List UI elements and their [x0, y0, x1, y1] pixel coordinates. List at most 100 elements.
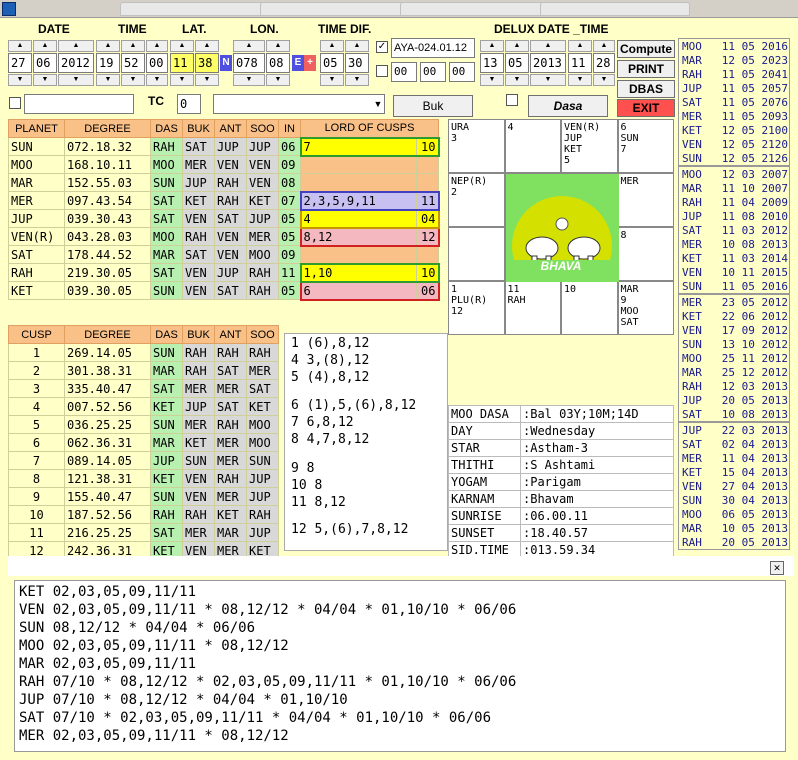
t2-field[interactable]: 00: [420, 62, 446, 82]
month-field[interactable]: 06: [33, 53, 57, 73]
dd-day-down-arrow-icon[interactable]: ▼: [480, 74, 504, 86]
lat-deg-up-arrow-icon[interactable]: ▲: [170, 40, 194, 52]
dd-month-down-arrow-icon[interactable]: ▼: [505, 74, 529, 86]
dd-year-up-arrow-icon[interactable]: ▲: [530, 40, 566, 52]
background-tab[interactable]: [400, 2, 550, 16]
lat-min-down-arrow-icon[interactable]: ▼: [195, 74, 219, 86]
planet-cell: RAH: [182, 227, 215, 246]
planet-cell: [416, 245, 439, 264]
planet-cell: 05: [278, 227, 301, 246]
cusp-cell: RAH: [214, 469, 247, 488]
td-h-field[interactable]: 05: [320, 53, 344, 73]
lat-min-up-arrow-icon[interactable]: ▲: [195, 40, 219, 52]
min-up-arrow-icon[interactable]: ▲: [121, 40, 145, 52]
time-correction-checkbox[interactable]: [376, 65, 388, 77]
dasa-checkbox[interactable]: [506, 94, 518, 106]
dd-min-up-arrow-icon[interactable]: ▲: [593, 40, 615, 52]
planet-cell: MER: [246, 227, 279, 246]
year-down-arrow-icon[interactable]: ▼: [58, 74, 94, 86]
td-h-up-arrow-icon[interactable]: ▲: [320, 40, 344, 52]
dd-year-field[interactable]: 2013: [530, 53, 566, 73]
planet-cell: 039.30.43: [64, 209, 151, 228]
tc-label: TC: [148, 94, 164, 108]
place-dropdown[interactable]: [213, 94, 385, 114]
sec-down-arrow-icon[interactable]: ▼: [146, 74, 168, 86]
cusp-cell: SAT: [246, 379, 279, 398]
lon-min-up-arrow-icon[interactable]: ▲: [266, 40, 290, 52]
lon-min-field[interactable]: 08: [266, 53, 290, 73]
ayanamsa-checkbox[interactable]: ✓: [376, 41, 388, 53]
min-down-arrow-icon[interactable]: ▼: [121, 74, 145, 86]
lon-direction[interactable]: E: [292, 55, 304, 71]
day-down-arrow-icon[interactable]: ▼: [8, 74, 32, 86]
ayanamsa-field[interactable]: AYA-024.01.12: [391, 38, 475, 58]
dbas-button[interactable]: DBAS: [617, 80, 675, 98]
table-row: SAT 178.44.52 MAR SAT VEN MOO 09: [8, 245, 439, 264]
buk-button[interactable]: Buk: [393, 95, 473, 117]
lon-deg-field[interactable]: 078: [233, 53, 265, 73]
t1-field[interactable]: 00: [391, 62, 417, 82]
name-field[interactable]: [24, 94, 134, 114]
cusp-cell: 3: [8, 379, 65, 398]
day-up-arrow-icon[interactable]: ▲: [8, 40, 32, 52]
td-m-field[interactable]: 30: [345, 53, 369, 73]
table-row: 6 062.36.31 MAR KET MER MOO: [8, 433, 279, 452]
lat-direction[interactable]: N: [220, 55, 232, 71]
name-checkbox[interactable]: [9, 97, 21, 109]
hour-down-arrow-icon[interactable]: ▼: [96, 74, 120, 86]
dd-min-field[interactable]: 28: [593, 53, 615, 73]
background-tab[interactable]: [120, 2, 270, 16]
dd-hour-down-arrow-icon[interactable]: ▼: [568, 74, 592, 86]
hour-field[interactable]: 19: [96, 53, 120, 73]
lat-deg-down-arrow-icon[interactable]: ▼: [170, 74, 194, 86]
year-field[interactable]: 2012: [58, 53, 94, 73]
lat-min-field[interactable]: 38: [195, 53, 219, 73]
planet-cell: SUN: [8, 137, 65, 156]
lon-deg-up-arrow-icon[interactable]: ▲: [233, 40, 265, 52]
cusp-cell: RAH: [150, 505, 183, 524]
dd-month-field[interactable]: 05: [505, 53, 529, 73]
detail-label: SUNRISE: [448, 507, 521, 525]
td-h-down-arrow-icon[interactable]: ▼: [320, 74, 344, 86]
background-tab[interactable]: [260, 2, 410, 16]
table-row: KET 039.30.05 SUN VEN SAT RAH 05 6 06: [8, 280, 440, 301]
dasa-button[interactable]: Dasa: [528, 95, 608, 117]
dd-hour-up-arrow-icon[interactable]: ▲: [568, 40, 592, 52]
background-tab[interactable]: [540, 2, 690, 16]
dd-min-down-arrow-icon[interactable]: ▼: [593, 74, 615, 86]
dd-year-down-arrow-icon[interactable]: ▼: [530, 74, 566, 86]
dd-day-up-arrow-icon[interactable]: ▲: [480, 40, 504, 52]
cusp-cell: MER: [182, 523, 215, 542]
lon-deg-down-arrow-icon[interactable]: ▼: [233, 74, 265, 86]
print-button[interactable]: PRINT: [617, 60, 675, 78]
t3-field[interactable]: 00: [449, 62, 475, 82]
lon-min-down-arrow-icon[interactable]: ▼: [266, 74, 290, 86]
dd-month-up-arrow-icon[interactable]: ▲: [505, 40, 529, 52]
td-m-down-arrow-icon[interactable]: ▼: [345, 74, 369, 86]
td-m-up-arrow-icon[interactable]: ▲: [345, 40, 369, 52]
day-field[interactable]: 27: [8, 53, 32, 73]
dasa-period-item: MOO 25 11 2012: [682, 352, 788, 365]
planet-cell: SAT: [150, 191, 183, 210]
chevron-down-icon[interactable]: ▼: [371, 96, 385, 112]
month-up-arrow-icon[interactable]: ▲: [33, 40, 57, 52]
dd-day-field[interactable]: 13: [480, 53, 504, 73]
lat-deg-field[interactable]: 11: [170, 53, 194, 73]
sec-field[interactable]: 00: [146, 53, 168, 73]
dd-hour-field[interactable]: 11: [568, 53, 592, 73]
compute-button[interactable]: Compute: [617, 40, 675, 58]
exit-button[interactable]: EXIT: [617, 99, 675, 117]
lon-label: LON.: [250, 22, 279, 36]
hour-up-arrow-icon[interactable]: ▲: [96, 40, 120, 52]
cusp-signification: 7 6,8,12: [291, 415, 354, 430]
year-up-arrow-icon[interactable]: ▲: [58, 40, 94, 52]
tc-field[interactable]: 0: [177, 94, 201, 114]
sec-up-arrow-icon[interactable]: ▲: [146, 40, 168, 52]
cusp-cell: RAH: [182, 505, 215, 524]
month-down-arrow-icon[interactable]: ▼: [33, 74, 57, 86]
planet-cell: [416, 155, 439, 174]
table-row: 8 121.38.31 KET VEN RAH JUP: [8, 469, 279, 488]
min-field[interactable]: 52: [121, 53, 145, 73]
lon-sign[interactable]: +: [304, 55, 316, 71]
close-icon[interactable]: ✕: [770, 561, 784, 575]
